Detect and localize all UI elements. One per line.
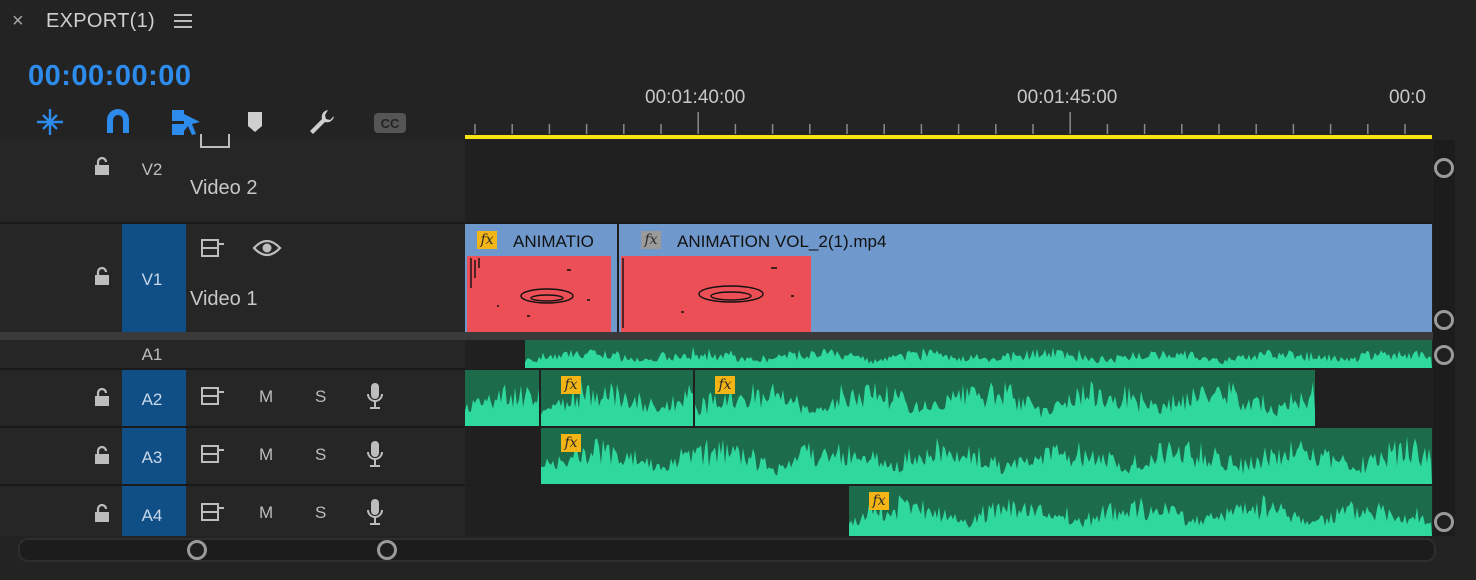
solo-button[interactable]: S	[315, 387, 326, 407]
solo-button[interactable]: S	[315, 445, 326, 465]
microphone-icon[interactable]	[366, 382, 384, 410]
video-clip[interactable]: fx ANIMATION VOL_2(1).mp4	[619, 224, 1432, 332]
sync-lock-icon[interactable]	[200, 236, 226, 258]
track-lane-v2[interactable]	[465, 140, 1432, 224]
audio-clip[interactable]	[525, 340, 1432, 368]
clip-thumbnail	[467, 256, 611, 332]
fx-badge: fx	[561, 376, 581, 394]
scroll-handle[interactable]	[1434, 158, 1454, 178]
fx-badge: fx	[715, 376, 735, 394]
zoom-handle-left[interactable]	[187, 540, 207, 560]
lock-icon[interactable]	[93, 503, 111, 523]
vertical-scrollbar[interactable]	[1433, 140, 1455, 536]
track-header-a3: A3 M S	[0, 428, 465, 486]
horizontal-zoom-scrollbar[interactable]	[18, 538, 1436, 562]
track-name[interactable]: Video 1	[190, 288, 257, 311]
ruler-label: 00:0	[1389, 87, 1426, 108]
track-id: A4	[141, 506, 163, 525]
video-clip[interactable]: fx ANIMATIO	[465, 224, 617, 332]
add-marker-icon[interactable]	[240, 106, 272, 138]
fx-badge: fx	[477, 231, 497, 249]
audio-clip[interactable]	[465, 370, 539, 426]
track-id: A2	[141, 390, 163, 409]
panel-title[interactable]: EXPORT(1)	[46, 10, 155, 33]
lock-icon[interactable]	[93, 445, 111, 465]
ruler-label: 00:01:45:00	[1017, 87, 1118, 108]
audio-clip[interactable]: fx	[849, 486, 1432, 536]
captions-icon[interactable]: CC	[372, 106, 406, 138]
sync-lock-icon[interactable]	[200, 134, 230, 148]
snap-magnet-icon[interactable]	[102, 106, 134, 138]
captions-label: CC	[381, 116, 400, 131]
video-audio-divider[interactable]	[0, 332, 1433, 340]
track-header-v2: V2 Video 2	[0, 134, 465, 224]
track-header-a1: A1	[0, 340, 465, 370]
panel-menu-icon[interactable]	[174, 14, 192, 28]
audio-clip[interactable]: fx	[695, 370, 1315, 426]
sync-lock-icon[interactable]	[200, 500, 226, 522]
clip-thumbnail	[621, 256, 811, 332]
linked-selection-icon[interactable]	[170, 106, 202, 138]
panel-tab-bar: × EXPORT(1)	[0, 0, 1476, 44]
scroll-handle[interactable]	[1434, 345, 1454, 365]
fx-badge: fx	[641, 231, 661, 249]
sync-lock-icon[interactable]	[200, 384, 226, 406]
clip-name: ANIMATIO	[513, 232, 594, 251]
microphone-icon[interactable]	[366, 498, 384, 526]
mute-button[interactable]: M	[259, 503, 273, 523]
track-lane-a2[interactable]: fx fx	[465, 370, 1432, 426]
audio-clip[interactable]: fx	[541, 428, 1432, 484]
zoom-handle-right[interactable]	[377, 540, 397, 560]
scroll-handle[interactable]	[1434, 512, 1454, 532]
track-id: V1	[141, 270, 163, 289]
insert-overwrite-icon[interactable]	[34, 106, 66, 138]
lock-icon[interactable]	[93, 387, 111, 407]
sync-lock-icon[interactable]	[200, 442, 226, 464]
track-lane-a4[interactable]: fx	[465, 486, 1432, 536]
wrench-settings-icon[interactable]	[306, 106, 338, 138]
track-header-a4: A4 M S	[0, 486, 465, 536]
track-lane-a3[interactable]: fx	[465, 428, 1432, 484]
scroll-handle[interactable]	[1434, 310, 1454, 330]
track-name[interactable]: Video 2	[190, 177, 257, 200]
track-id: A1	[141, 345, 163, 364]
fx-badge: fx	[561, 434, 581, 452]
track-lane-a1[interactable]	[465, 340, 1432, 368]
playhead-timecode[interactable]: 00:00:00:00	[28, 60, 192, 93]
close-panel-button[interactable]: ×	[12, 10, 24, 33]
track-header-v1: V1 Video 1	[0, 224, 465, 334]
microphone-icon[interactable]	[366, 440, 384, 468]
track-header-a2: A2 M S	[0, 370, 465, 428]
ruler-label: 00:01:40:00	[645, 87, 746, 108]
mute-button[interactable]: M	[259, 387, 273, 407]
track-id: V2	[141, 160, 163, 179]
clip-name: ANIMATION VOL_2(1).mp4	[677, 232, 887, 251]
audio-clip[interactable]: fx	[541, 370, 693, 426]
work-area-bar[interactable]	[465, 135, 1432, 139]
solo-button[interactable]: S	[315, 503, 326, 523]
fx-badge: fx	[869, 492, 889, 510]
lock-icon[interactable]	[93, 266, 111, 286]
eye-icon[interactable]	[252, 238, 282, 258]
track-id: A3	[141, 448, 163, 467]
time-ruler[interactable]	[465, 80, 1433, 140]
lock-icon	[95, 156, 109, 175]
mute-button[interactable]: M	[259, 445, 273, 465]
